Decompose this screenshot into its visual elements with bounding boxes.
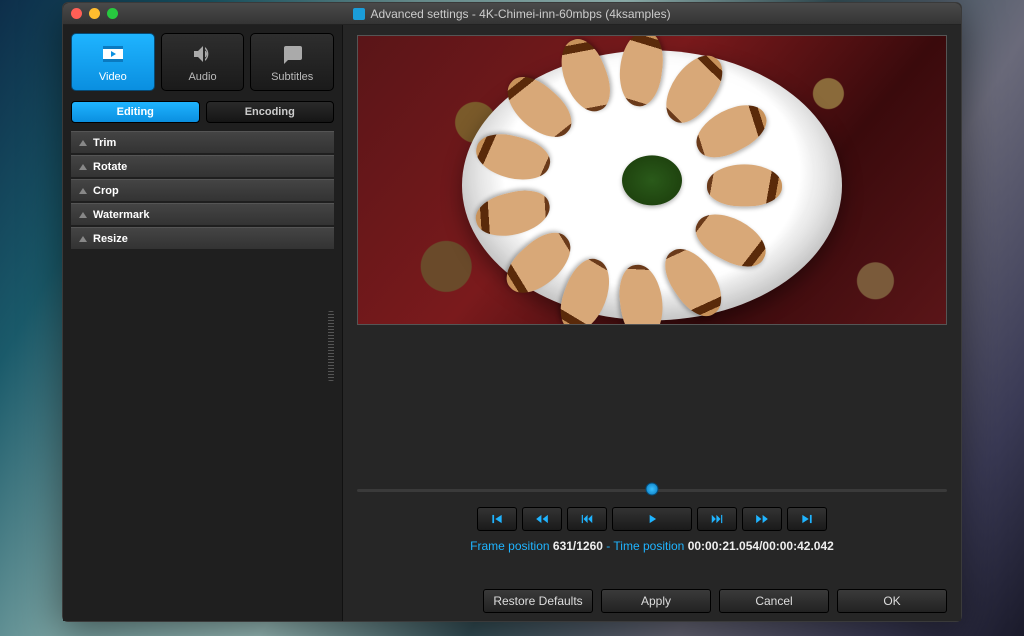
window-controls [71, 8, 118, 19]
preview-plate [462, 50, 842, 320]
tab-video[interactable]: Video [71, 33, 155, 91]
accordion-rotate[interactable]: Rotate [71, 155, 334, 177]
cancel-button[interactable]: Cancel [719, 589, 829, 613]
next-frame-icon [709, 512, 725, 526]
accordion-watermark-label: Watermark [93, 209, 149, 221]
transport-controls [357, 507, 947, 531]
goto-start-icon [489, 512, 505, 526]
position-readout: Frame position 631/1260 - Time position … [357, 539, 947, 553]
subtab-editing[interactable]: Editing [71, 101, 200, 123]
time-position-label: Time position [613, 539, 684, 553]
sidebar: Video Audio Subtitles Editing Encoding [63, 25, 343, 621]
subtitles-icon [278, 42, 306, 66]
goto-start-button[interactable] [477, 507, 517, 531]
tab-audio-label: Audio [188, 71, 216, 83]
accordion-crop-label: Crop [93, 185, 119, 197]
restore-defaults-button[interactable]: Restore Defaults [483, 589, 593, 613]
play-icon [644, 512, 660, 526]
preview-food-slice [471, 128, 554, 187]
timeline-slider[interactable] [357, 479, 947, 499]
subtab-editing-label: Editing [117, 106, 154, 118]
sub-tabs: Editing Encoding [71, 101, 334, 123]
prev-frame-button[interactable] [567, 507, 607, 531]
subtab-encoding[interactable]: Encoding [206, 101, 335, 123]
preview-food-slice [471, 184, 554, 243]
chevron-up-icon [79, 164, 87, 170]
timeline-thumb[interactable] [646, 483, 659, 496]
titlebar: Advanced settings - 4K-Chimei-inn-60mbps… [63, 3, 961, 25]
zoom-window-button[interactable] [107, 8, 118, 19]
audio-icon [189, 42, 217, 66]
main-panel: Frame position 631/1260 - Time position … [343, 25, 961, 621]
content-area: Video Audio Subtitles Editing Encoding [63, 25, 961, 621]
time-position-value: 00:00:21.054/00:00:42.042 [688, 539, 834, 553]
minimize-window-button[interactable] [89, 8, 100, 19]
cancel-label: Cancel [755, 594, 792, 608]
fast-forward-button[interactable] [742, 507, 782, 531]
accordion-crop[interactable]: Crop [71, 179, 334, 201]
rewind-icon [534, 512, 550, 526]
footer-buttons: Restore Defaults Apply Cancel OK [357, 559, 947, 613]
window-title-text: Advanced settings - 4K-Chimei-inn-60mbps… [370, 7, 670, 21]
tab-subtitles[interactable]: Subtitles [250, 33, 334, 91]
frame-position-value: 631/1260 [553, 539, 603, 553]
restore-defaults-label: Restore Defaults [493, 594, 582, 608]
video-icon [99, 42, 127, 66]
apply-label: Apply [641, 594, 671, 608]
chevron-up-icon [79, 140, 87, 146]
app-icon [353, 8, 365, 20]
accordion-watermark[interactable]: Watermark [71, 203, 334, 225]
video-preview[interactable] [357, 35, 947, 325]
chevron-up-icon [79, 236, 87, 242]
accordion-resize-label: Resize [93, 233, 128, 245]
app-window: Advanced settings - 4K-Chimei-inn-60mbps… [62, 2, 962, 622]
tab-subtitles-label: Subtitles [271, 71, 313, 83]
preview-food-slice [616, 262, 667, 325]
preview-food-slice [707, 164, 782, 206]
frame-position-label: Frame position [470, 539, 549, 553]
fast-forward-icon [754, 512, 770, 526]
goto-end-button[interactable] [787, 507, 827, 531]
accordion-rotate-label: Rotate [93, 161, 127, 173]
accordion-trim-label: Trim [93, 137, 116, 149]
next-frame-button[interactable] [697, 507, 737, 531]
category-tabs: Video Audio Subtitles [71, 33, 334, 91]
prev-frame-icon [579, 512, 595, 526]
ok-button[interactable]: OK [837, 589, 947, 613]
accordion-resize[interactable]: Resize [71, 227, 334, 249]
chevron-up-icon [79, 212, 87, 218]
apply-button[interactable]: Apply [601, 589, 711, 613]
chevron-up-icon [79, 188, 87, 194]
ok-label: OK [883, 594, 900, 608]
play-button[interactable] [612, 507, 692, 531]
window-title: Advanced settings - 4K-Chimei-inn-60mbps… [63, 7, 961, 21]
accordion-trim[interactable]: Trim [71, 131, 334, 153]
close-window-button[interactable] [71, 8, 82, 19]
tab-video-label: Video [99, 71, 127, 83]
subtab-encoding-label: Encoding [245, 106, 295, 118]
rewind-button[interactable] [522, 507, 562, 531]
sidebar-resize-handle[interactable] [328, 311, 334, 381]
preview-garnish [622, 155, 682, 205]
goto-end-icon [799, 512, 815, 526]
tab-audio[interactable]: Audio [161, 33, 245, 91]
